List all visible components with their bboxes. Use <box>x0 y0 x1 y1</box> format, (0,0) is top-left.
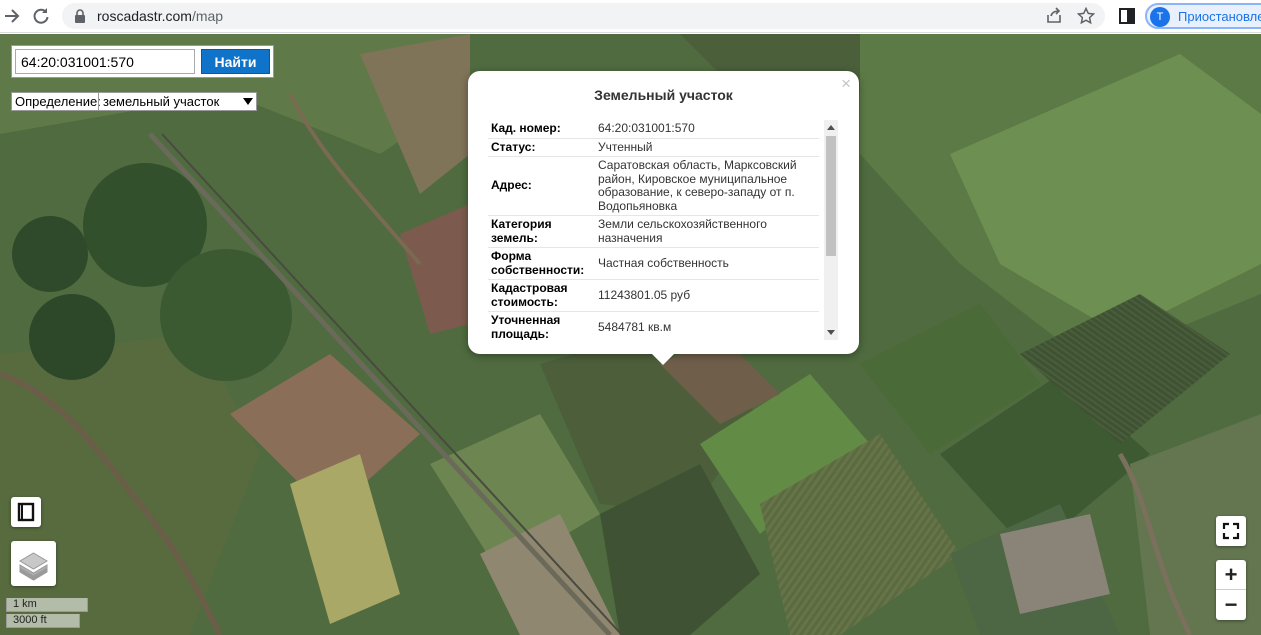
side-panel-icon[interactable] <box>1117 6 1137 26</box>
info-row: Категория земель: Земли сельскохозяйствен… <box>488 215 819 248</box>
url-path: /map <box>191 8 224 24</box>
info-row: Адрес: Саратовская область, Марксовский р… <box>488 156 819 216</box>
browser-toolbar: roscadastr.com/map T Приостановлен <box>0 0 1261 33</box>
cadastral-search-panel: Найти <box>11 45 274 78</box>
fullscreen-icon <box>1222 522 1240 540</box>
zoom-control: + − <box>1216 560 1246 620</box>
scale-imperial: 3000 ft <box>6 614 80 628</box>
layers-icon <box>19 552 48 581</box>
popup-scrollbar[interactable] <box>824 120 838 340</box>
info-row-value: Земли сельскохозяйственного назначения <box>593 215 819 248</box>
info-row-value: Саратовская область, Марксовский район, … <box>593 156 819 216</box>
scale-metric: 1 km <box>6 598 88 612</box>
definition-selector: Определение: земельный участок <box>11 92 257 111</box>
profile-status-label: Приостановлен <box>1178 9 1261 24</box>
scroll-thumb[interactable] <box>826 136 836 256</box>
book-icon <box>17 502 35 522</box>
definition-selected-value: земельный участок <box>103 94 220 109</box>
cadastral-number-input[interactable] <box>15 49 195 74</box>
info-row: Кадастровая стоимость: 11243801.05 руб <box>488 279 819 312</box>
popup-title: Земельный участок <box>594 87 733 103</box>
info-row-key: Кадастровая стоимость: <box>488 279 593 312</box>
lock-icon[interactable] <box>74 9 86 23</box>
scroll-up-arrow-icon[interactable] <box>827 125 835 130</box>
parcel-info-table: Кад. номер: 64:20:031001:570 Статус: Учтенн… <box>488 120 819 340</box>
forward-icon[interactable] <box>2 6 22 26</box>
info-row-key: Кад. номер: <box>488 120 593 139</box>
info-row-value: 11243801.05 руб <box>593 279 819 312</box>
definition-label: Определение: <box>15 94 101 109</box>
definition-select[interactable]: земельный участок <box>98 93 256 110</box>
layers-button[interactable] <box>11 541 56 586</box>
zoom-in-button[interactable]: + <box>1216 560 1246 590</box>
legend-button[interactable] <box>11 497 41 527</box>
fullscreen-button[interactable] <box>1216 516 1246 546</box>
popup-pointer <box>651 353 675 365</box>
popup-scroll-area[interactable]: Кад. номер: 64:20:031001:570 Статус: Учтенн… <box>488 120 838 340</box>
info-row-key: Категория земель: <box>488 215 593 248</box>
info-row-value: 64:20:031001:570 <box>593 120 819 139</box>
parcel-info-popup: × Земельный участок Кад. номер: 64:20:031… <box>468 71 859 365</box>
address-bar[interactable]: roscadastr.com/map <box>62 3 1105 29</box>
share-icon[interactable] <box>1045 7 1063 25</box>
info-row: Статус: Учтенный <box>488 138 819 157</box>
info-row-key: Уточненная площадь: <box>488 311 593 340</box>
avatar: T <box>1150 7 1170 27</box>
satellite-map[interactable]: Найти Определение: земельный участок × З… <box>0 34 1261 635</box>
info-row-value: Частная собственность <box>593 247 819 280</box>
info-row-value: Учтенный <box>593 138 819 157</box>
profile-button[interactable]: T Приостановлен <box>1145 3 1261 29</box>
info-row: Уточненная площадь: 5484781 кв.м <box>488 311 819 340</box>
info-row: Форма собственности: Частная собственност… <box>488 247 819 280</box>
reload-icon[interactable] <box>31 6 51 26</box>
chevron-down-icon <box>243 98 253 105</box>
scroll-down-arrow-icon[interactable] <box>827 330 835 335</box>
info-row-key: Статус: <box>488 138 593 157</box>
url-text[interactable]: roscadastr.com/map <box>97 8 223 24</box>
info-row-key: Форма собственности: <box>488 247 593 280</box>
bookmark-star-icon[interactable] <box>1077 7 1095 25</box>
info-row: Кад. номер: 64:20:031001:570 <box>488 120 819 139</box>
info-row-value: 5484781 кв.м <box>593 311 819 340</box>
zoom-out-button[interactable]: − <box>1216 590 1246 620</box>
url-domain: roscadastr.com <box>97 8 192 24</box>
find-button[interactable]: Найти <box>201 49 270 74</box>
info-row-key: Адрес: <box>488 156 593 216</box>
